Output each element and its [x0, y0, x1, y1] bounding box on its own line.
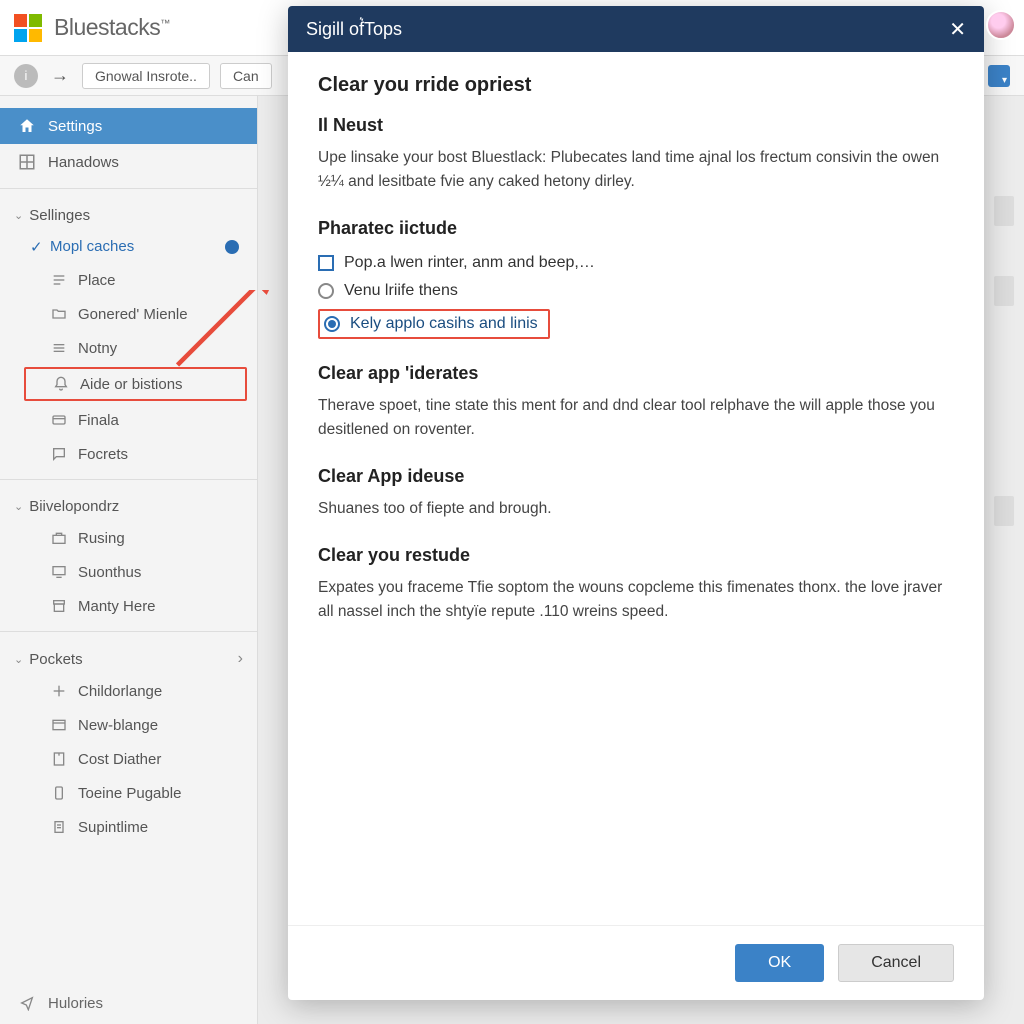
- grid-icon: [18, 153, 36, 171]
- sidebar-label: Settings: [48, 118, 102, 135]
- avatar[interactable]: [986, 10, 1016, 40]
- stack-icon: [50, 339, 68, 357]
- card-icon: [50, 411, 68, 429]
- sidebar-item-suonthus[interactable]: Suonthus: [0, 555, 257, 589]
- bell-icon: [52, 375, 70, 393]
- sidebar-item-aide[interactable]: Aide or bistions: [24, 367, 247, 401]
- sidebar-item-supintime[interactable]: Supintlime: [0, 810, 257, 844]
- sidebar-item-hanadows[interactable]: Hanadows: [0, 144, 257, 180]
- sidebar-item-gonered[interactable]: Gonered' Mienle: [0, 297, 257, 331]
- sidebar-item-settings[interactable]: Settings: [0, 108, 257, 144]
- sidebar-item-focrets[interactable]: Focrets: [0, 437, 257, 471]
- sidebar: Settings Hanadows ⌄ Sellinges ✓ Mopl cac…: [0, 96, 258, 1024]
- bg-stub: [994, 276, 1014, 306]
- section-title: Pharatec iictude: [318, 218, 954, 239]
- sidebar-group-dev[interactable]: ⌄ Biivelopondrz: [0, 488, 257, 521]
- bg-stub: [994, 196, 1014, 226]
- plus-icon: [50, 682, 68, 700]
- sidebar-group-pockets[interactable]: ⌄ Pockets ›: [0, 640, 257, 674]
- folder-icon: [50, 305, 68, 323]
- sidebar-label: Hanadows: [48, 154, 119, 171]
- chevron-down-icon: ⌄: [14, 653, 23, 666]
- forward-icon[interactable]: →: [48, 64, 72, 88]
- sidebar-item-costdiather[interactable]: Cost Diather: [0, 742, 257, 776]
- window-icon: [50, 716, 68, 734]
- sidebar-item-mopl-caches[interactable]: ✓ Mopl caches: [0, 230, 257, 263]
- cancel-button[interactable]: Cancel: [838, 944, 954, 982]
- modal-footer: OK Cancel: [288, 925, 984, 1000]
- chevron-down-icon: ⌄: [14, 209, 23, 222]
- sidebar-item-rusing[interactable]: Rusing: [0, 521, 257, 555]
- badge-icon: [225, 240, 239, 254]
- phone-icon: [50, 784, 68, 802]
- share-icon: [18, 994, 36, 1012]
- section-title: Il Neust: [318, 115, 954, 136]
- checkbox-icon: [318, 255, 334, 271]
- modal-heading: Clear you rride opriest: [318, 74, 954, 97]
- radio-icon: [318, 283, 334, 299]
- toolbar-button-2[interactable]: Can: [220, 63, 272, 89]
- layout-icon: [50, 750, 68, 768]
- sidebar-item-hulories[interactable]: Hulories: [18, 994, 103, 1012]
- section-title: Clear you restude: [318, 545, 954, 566]
- modal-dialog: Sigill of͛Tops ✕ Clear you rride opriest…: [288, 6, 984, 1000]
- modal-header: Sigill of͛Tops ✕: [288, 6, 984, 52]
- list-icon: [50, 271, 68, 289]
- briefcase-icon: [50, 529, 68, 547]
- sidebar-item-place[interactable]: Place: [0, 263, 257, 297]
- toolbar-button-1[interactable]: Gnowal Insrote..: [82, 63, 210, 89]
- section-body: Shuanes too of fiepte and brough.: [318, 497, 954, 521]
- chat-icon: [50, 445, 68, 463]
- chevron-right-icon: ›: [238, 650, 243, 668]
- archive-icon: [50, 597, 68, 615]
- radio-option-3[interactable]: Kely applo casihs and linis: [324, 315, 538, 333]
- radio-option-2[interactable]: Venu lriife thens: [318, 277, 954, 305]
- monitor-icon: [50, 563, 68, 581]
- sidebar-group-sellinges[interactable]: ⌄ Sellinges: [0, 197, 257, 230]
- section-body: Expates you fraceme Tfie soptom the woun…: [318, 576, 954, 624]
- modal-body: Clear you rride opriest Il Neust Upe lin…: [288, 52, 984, 925]
- section-title: Clear app 'iderates: [318, 363, 954, 384]
- bg-stub: [994, 496, 1014, 526]
- sidebar-item-notny[interactable]: Notny: [0, 331, 257, 365]
- section-title: Clear App ideuse: [318, 466, 954, 487]
- chevron-down-icon: ⌄: [14, 500, 23, 513]
- radio-icon: [324, 316, 340, 332]
- logo-icon: [14, 14, 42, 42]
- section-body: Therave spoet, tine state this ment for …: [318, 394, 954, 442]
- sidebar-item-toeine[interactable]: Toeine Pugable: [0, 776, 257, 810]
- brand-name: Bluestacks™: [54, 14, 170, 41]
- close-icon[interactable]: ✕: [949, 17, 966, 42]
- info-icon[interactable]: i: [14, 64, 38, 88]
- checkbox-option-1[interactable]: Pop.a lwen rinter, anm and beep,…: [318, 249, 954, 277]
- ok-button[interactable]: OK: [735, 944, 824, 982]
- sidebar-item-newblange[interactable]: New-blange: [0, 708, 257, 742]
- sidebar-item-childorlange[interactable]: Childorlange: [0, 674, 257, 708]
- modal-title: Sigill of͛Tops: [306, 19, 402, 40]
- sidebar-item-manty[interactable]: Manty Here: [0, 589, 257, 623]
- home-icon: [18, 117, 36, 135]
- section-body: Upe linsake your bost Bluestlack: Plubec…: [318, 146, 954, 194]
- sidebar-item-finala[interactable]: Finala: [0, 403, 257, 437]
- check-icon: ✓: [30, 238, 43, 256]
- dropdown-icon[interactable]: [988, 65, 1010, 87]
- clipboard-icon: [50, 818, 68, 836]
